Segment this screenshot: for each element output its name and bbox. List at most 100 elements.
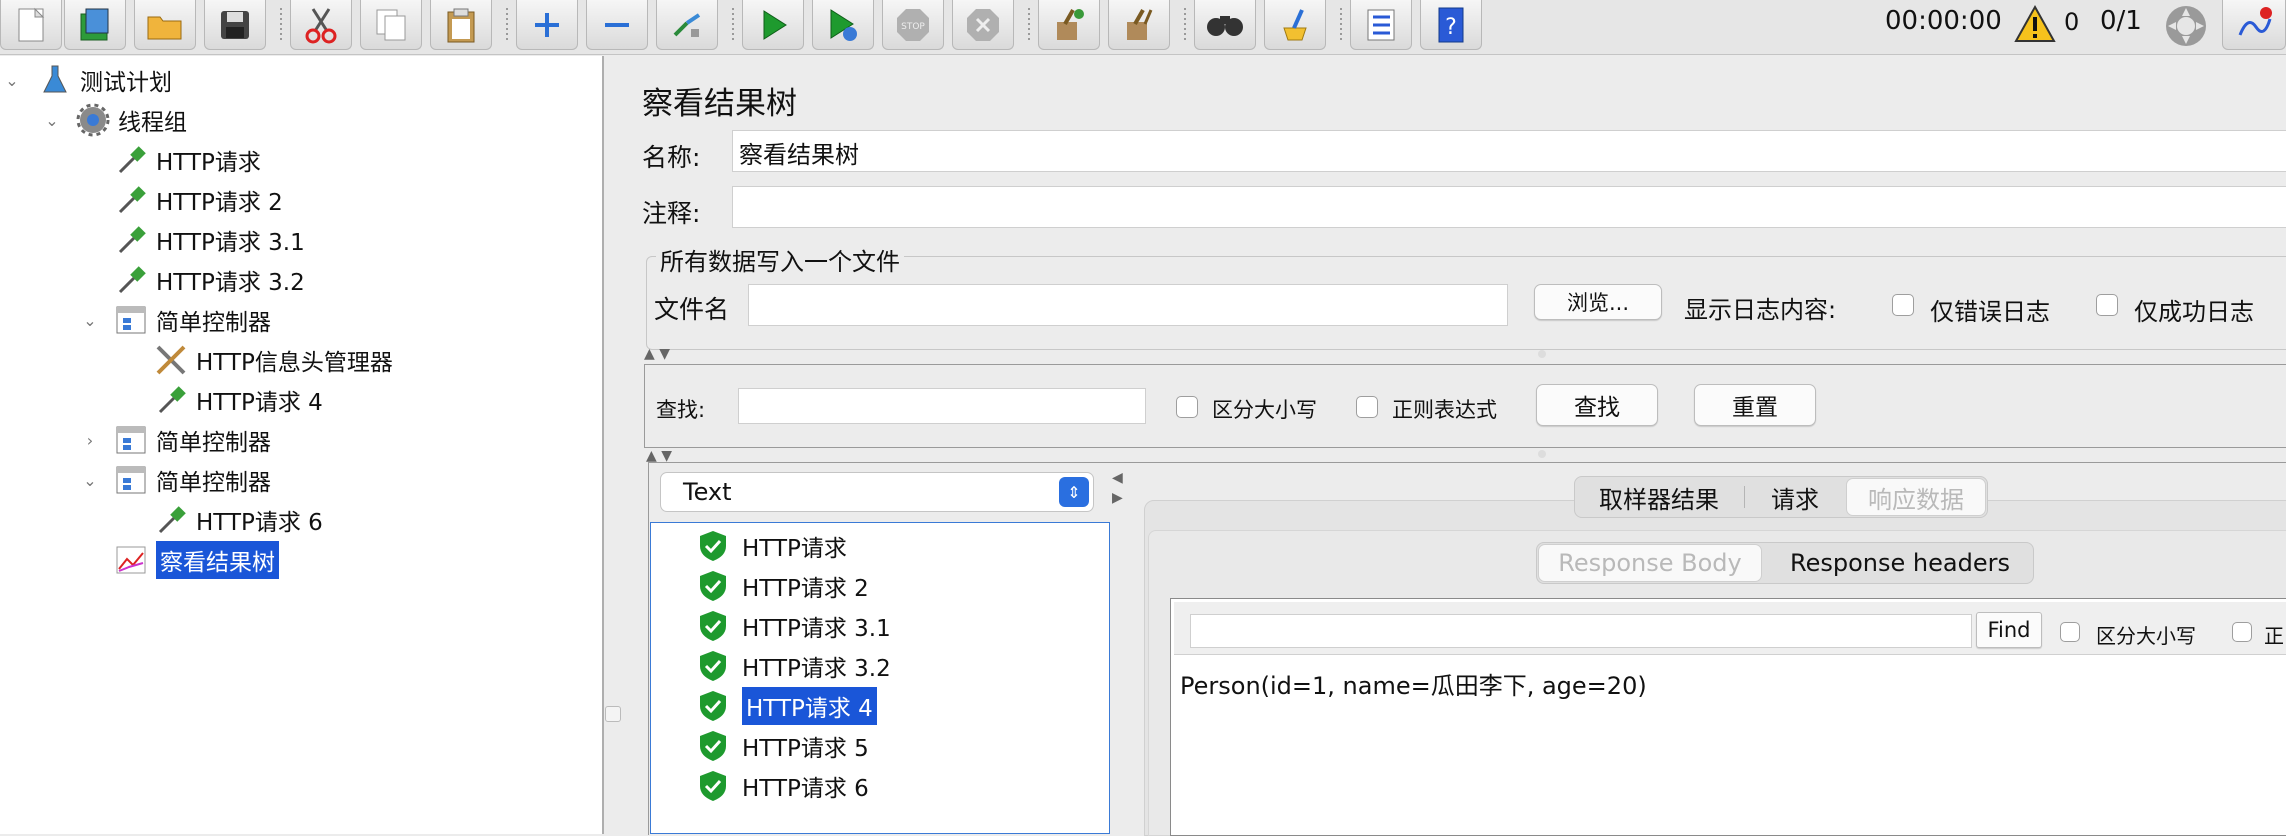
result-item[interactable]: HTTP请求 2 [698,568,869,604]
errors-only-checkbox[interactable] [1892,294,1914,316]
reset-search-icon[interactable] [1264,0,1326,50]
response-case-label: 区分大小写 [2096,624,2196,648]
function-helper-icon[interactable] [1350,0,1412,50]
reset-button[interactable]: 重置 [1694,384,1816,426]
tree-item-header-manager[interactable]: HTTP信息头管理器 [154,342,393,378]
tree-item-http-request-6[interactable]: HTTP请求 6 [154,502,323,538]
pipette-icon [114,263,148,297]
cut-icon[interactable] [290,0,352,50]
warning-count: 0 [2064,8,2080,36]
open-icon[interactable] [134,0,196,50]
search-case-label: 区分大小写 [1212,398,1317,422]
clear-icon[interactable] [1038,0,1100,50]
tree-item-test-plan[interactable]: 测试计划 [38,62,172,98]
pipette-icon [154,383,188,417]
clear-all-icon[interactable] [1108,0,1170,50]
tree-item-simple-controller[interactable]: 简单控制器 [114,302,271,338]
search-icon[interactable] [1194,0,1256,50]
toggle-icon[interactable] [656,0,718,50]
renderer-select[interactable]: Text ⇕ [660,472,1094,512]
save-icon[interactable] [204,0,266,50]
collapse-toggle[interactable]: ⌄ [80,462,100,498]
name-field[interactable]: 察看结果树 [732,130,2286,172]
stop-icon[interactable]: STOP [882,0,944,50]
tree-item-http-request-3-2[interactable]: HTTP请求 3.2 [114,262,305,298]
tree-item-thread-group[interactable]: 线程组 [76,102,187,138]
templates-icon[interactable] [64,0,126,50]
splitter-dot[interactable] [1538,450,1546,458]
search-case-checkbox[interactable] [1176,396,1198,418]
result-item[interactable]: HTTP请求 3.1 [698,608,891,644]
success-shield-icon [700,571,726,601]
start-no-pause-icon[interactable] [812,0,874,50]
new-icon[interactable] [0,0,62,50]
response-regex-checkbox[interactable] [2232,622,2252,642]
result-item[interactable]: HTTP请求 [698,528,847,564]
splitter-dot[interactable] [1538,350,1546,358]
search-label: 查找: [656,398,706,422]
result-item[interactable]: HTTP请求 6 [698,768,869,804]
search-input[interactable] [738,388,1146,424]
success-only-checkbox[interactable] [2096,294,2118,316]
comment-label: 注释: [642,199,701,228]
controller-icon [114,463,148,497]
response-find-input[interactable] [1190,614,1972,648]
paste-icon[interactable] [430,0,492,50]
tree-item-http-request-3-1[interactable]: HTTP请求 3.1 [114,222,305,258]
elapsed-timer: 00:00:00 [1885,6,2002,36]
toolbar: STOP ? 00:00:00 0 0/1 [0,0,2286,55]
success-shield-icon [700,731,726,761]
split-arrows-icon[interactable]: ◀ ▶ [1112,468,1123,508]
splitter-handle[interactable] [605,706,621,722]
expand-toggle[interactable]: › [80,422,100,458]
split-arrows-icon[interactable]: ▲ ▼ [644,346,670,362]
log-display-label: 显示日志内容: [1684,296,1837,324]
collapse-toggle[interactable]: ⌄ [42,102,62,138]
find-button[interactable]: 查找 [1536,384,1658,426]
tree-item-simple-controller-2[interactable]: 简单控制器 [114,422,271,458]
log-viewer-icon[interactable] [2222,0,2286,50]
warning-icon[interactable] [2014,4,2056,48]
svg-text:STOP: STOP [901,22,925,32]
comment-field[interactable] [732,186,2286,228]
filename-field[interactable] [748,284,1508,326]
tree-item-http-request-2[interactable]: HTTP请求 2 [114,182,283,218]
success-shield-icon [700,771,726,801]
collapse-toggle[interactable]: ⌄ [80,302,100,338]
tree-item-http-request[interactable]: HTTP请求 [114,142,261,178]
success-shield-icon [700,691,726,721]
collapse-icon[interactable] [586,0,648,50]
test-plan-tree: ⌄ 测试计划 ⌄ 线程组 HTTP请求 HTTP请求 2 HTTP请求 3.1 … [0,56,604,834]
tree-item-view-results-tree[interactable]: 察看结果树 [114,541,279,579]
success-shield-icon [700,611,726,641]
tab-response-data[interactable]: 响应数据 [1846,478,1986,516]
help-icon[interactable]: ? [1420,0,1482,50]
start-icon[interactable] [742,0,804,50]
tree-item-simple-controller-3[interactable]: 简单控制器 [114,462,271,498]
svg-text:?: ? [1445,15,1457,40]
pipette-icon [114,183,148,217]
chevron-updown-icon: ⇕ [1059,477,1089,507]
result-item[interactable]: HTTP请求 5 [698,728,869,764]
controller-icon [114,423,148,457]
response-find-button[interactable]: Find [1976,612,2042,648]
collapse-toggle[interactable]: ⌄ [2,62,22,98]
search-regex-checkbox[interactable] [1356,396,1378,418]
pipette-icon [114,223,148,257]
response-case-checkbox[interactable] [2060,622,2080,642]
pipette-icon [114,143,148,177]
errors-only-label: 仅错误日志 [1930,298,2050,326]
result-item-selected[interactable]: HTTP请求 4 [698,687,877,725]
result-item[interactable]: HTTP请求 3.2 [698,648,891,684]
tab-response-headers[interactable]: Response headers [1768,544,2032,582]
page-title: 察看结果树 [642,86,797,122]
browse-button[interactable]: 浏览... [1534,284,1662,320]
tab-request[interactable]: 请求 [1750,478,1840,516]
tree-item-http-request-4[interactable]: HTTP请求 4 [154,382,323,418]
expand-icon[interactable] [516,0,578,50]
tab-sampler-result[interactable]: 取样器结果 [1580,478,1738,516]
success-shield-icon [700,531,726,561]
tab-response-body[interactable]: Response Body [1538,544,1762,582]
copy-icon[interactable] [360,0,422,50]
shutdown-icon[interactable] [952,0,1014,50]
